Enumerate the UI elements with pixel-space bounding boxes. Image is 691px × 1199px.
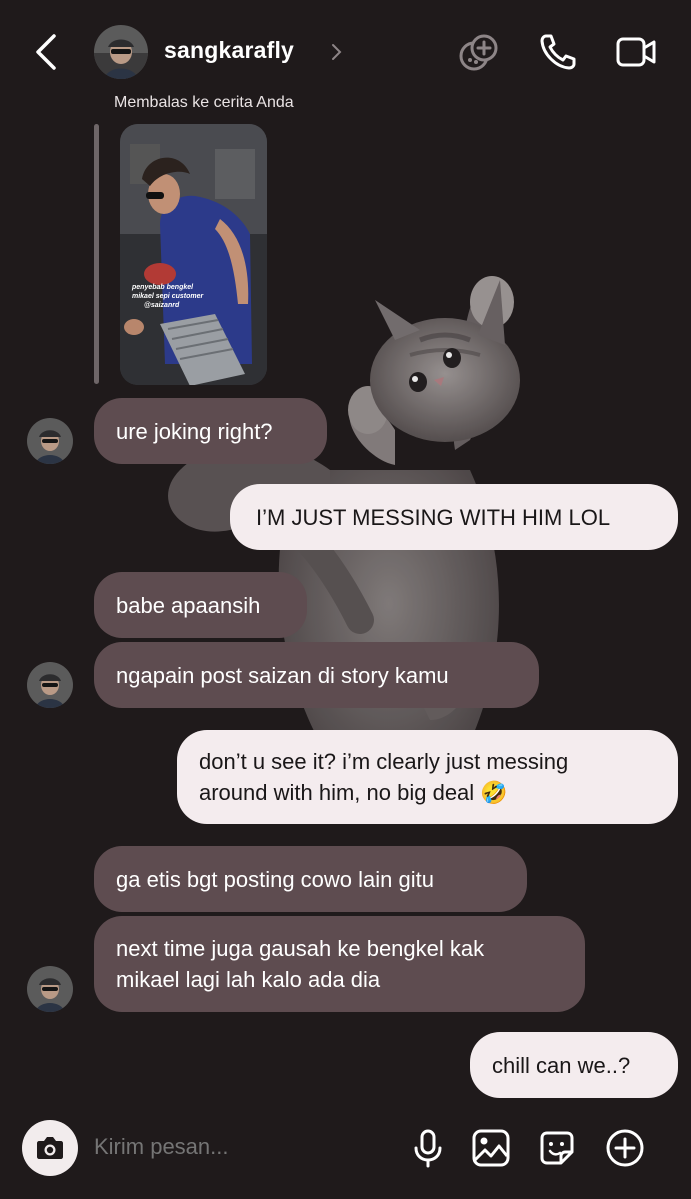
chevron-right-icon[interactable] xyxy=(328,42,344,62)
svg-text:mikael sepi customer: mikael sepi customer xyxy=(132,293,204,300)
avatar[interactable] xyxy=(94,25,148,79)
avatar[interactable] xyxy=(27,966,73,1012)
gallery-icon[interactable] xyxy=(469,1126,513,1170)
avatar[interactable] xyxy=(27,662,73,708)
story-thumbnail[interactable]: penyebab bengkel mikael sepi customer @s… xyxy=(120,124,267,385)
svg-text:@saizanrd: @saizanrd xyxy=(144,302,180,309)
message-sent[interactable]: I’M JUST MESSING WITH HIM LOL xyxy=(230,484,678,550)
message-sent[interactable]: chill can we..? xyxy=(470,1032,678,1098)
message-input[interactable] xyxy=(94,1134,394,1160)
message-received[interactable]: ure joking right? xyxy=(94,398,327,464)
effects-icon[interactable] xyxy=(456,30,500,74)
username[interactable]: sangkarafly xyxy=(164,37,294,64)
phone-icon[interactable] xyxy=(536,30,580,74)
microphone-icon[interactable] xyxy=(406,1126,450,1170)
camera-icon xyxy=(37,1137,63,1159)
back-icon[interactable] xyxy=(30,30,64,74)
svg-text:penyebab bengkel: penyebab bengkel xyxy=(131,284,194,291)
avatar[interactable] xyxy=(27,418,73,464)
sticker-icon[interactable] xyxy=(535,1126,579,1170)
camera-button[interactable] xyxy=(22,1120,78,1176)
message-received[interactable]: ngapain post saizan di story kamu xyxy=(94,642,539,708)
video-icon[interactable] xyxy=(614,30,658,74)
reply-indicator-bar xyxy=(94,124,99,384)
message-received[interactable]: next time juga gausah ke bengkel kak mik… xyxy=(94,916,585,1012)
message-received[interactable]: babe apaansih xyxy=(94,572,307,638)
chat-header: sangkarafly xyxy=(0,0,691,100)
message-received[interactable]: ga etis bgt posting cowo lain gitu xyxy=(94,846,527,912)
add-icon[interactable] xyxy=(603,1126,647,1170)
message-sent[interactable]: don’t u see it? i’m clearly just messing… xyxy=(177,730,678,824)
reply-label: Membalas ke cerita Anda xyxy=(114,94,294,111)
